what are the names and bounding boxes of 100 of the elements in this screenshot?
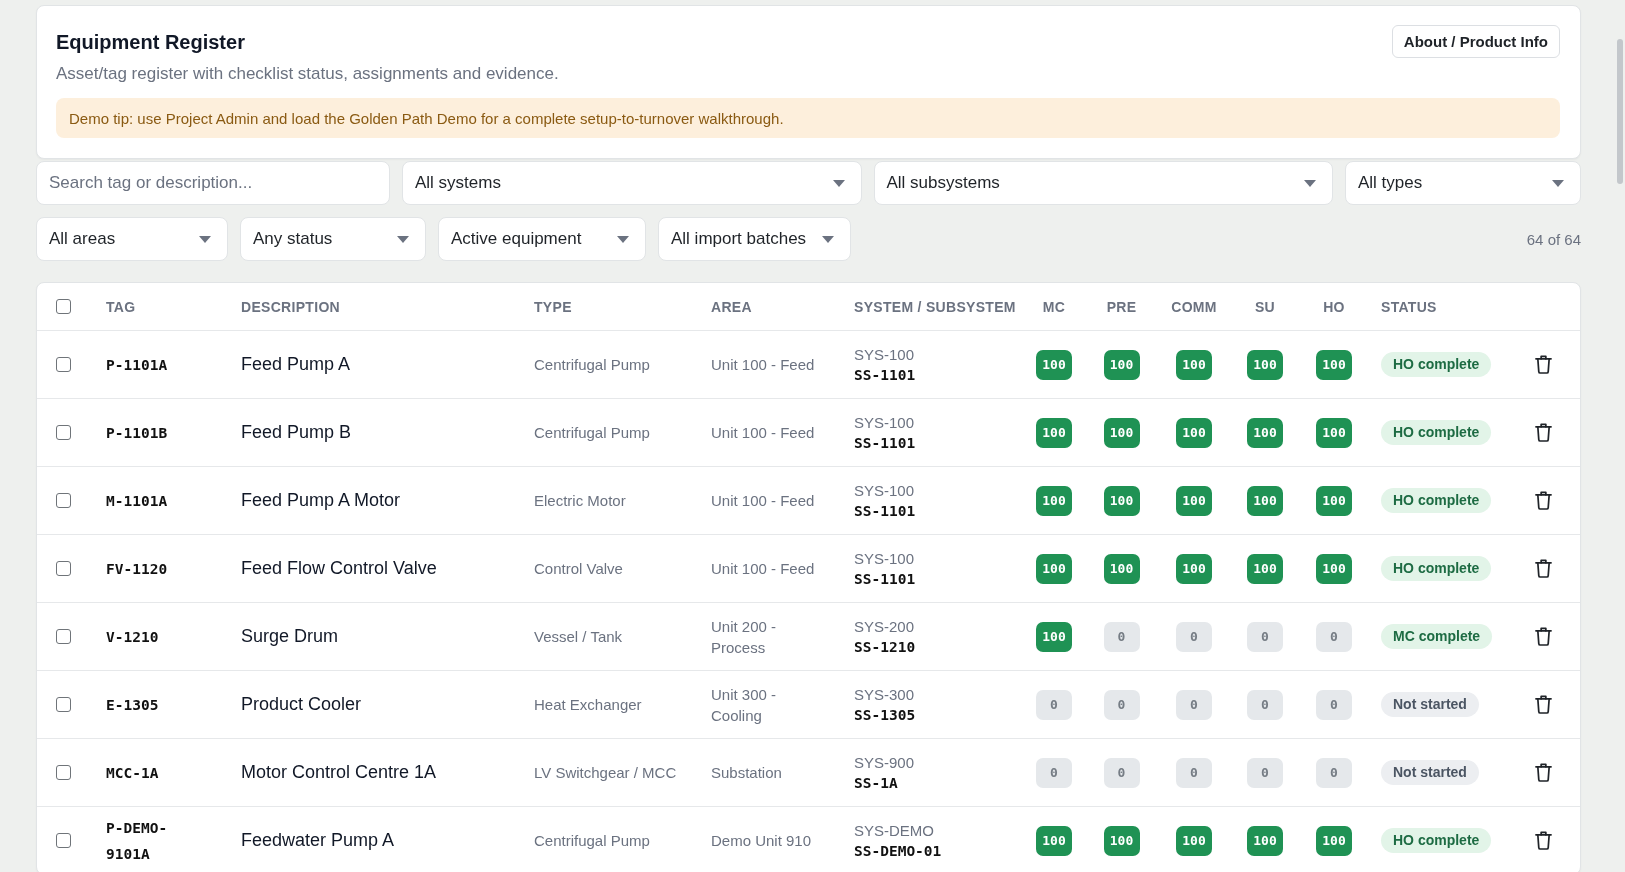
trash-icon [1534,559,1552,578]
status-badge: Not started [1381,692,1479,717]
description-text: Feed Flow Control Valve [241,558,437,579]
subsystem-text: SS-1101 [854,365,916,385]
description-text: Feed Pump A Motor [241,490,401,511]
status-badge: HO complete [1381,352,1492,377]
progress-badge: 0 [1316,689,1352,720]
system-text: SYS-DEMO [854,820,934,841]
progress-badge: 100 [1316,485,1352,516]
search-field[interactable]: Search tag or description... [36,161,390,205]
system-text: SYS-100 [854,480,915,501]
column-header: STATUS [1381,298,1437,315]
trash-icon [1534,491,1552,510]
demo-tip: Demo tip: use Project Admin and load the Golden Path Demo for a complete setup-to-turnover walkthrough. [56,98,1560,138]
row-checkbox[interactable] [56,561,71,576]
progress-badge: 100 [1247,825,1283,856]
tag-text: M-1101A [106,491,169,511]
row-checkbox[interactable] [56,697,71,712]
column-header: MC [1042,298,1066,315]
system-text: SYS-100 [854,344,915,365]
tag-text: V-1210 [106,627,160,647]
progress-badge: 100 [1036,621,1072,652]
result-count: 64 of 64 [1526,230,1581,248]
row-checkbox[interactable] [56,357,71,372]
row-checkbox[interactable] [56,765,71,780]
description-text: Product Cooler [241,694,362,715]
about-button[interactable]: About / Product Info [1391,25,1560,58]
scrollbar-thumb[interactable] [1617,39,1623,184]
column-header: DESCRIPTION [241,298,340,315]
delete-button[interactable] [1532,557,1554,580]
select-all-checkbox[interactable] [56,299,71,314]
page-subtitle: Asset/tag register with checklist status, assignments and evidence. [56,63,560,85]
area-text: Unit 100 - Feed [711,423,815,443]
type-text: Centrifugal Pump [534,424,650,441]
filter-dropdown[interactable]: All import batches [658,217,851,261]
type-text: Centrifugal Pump [534,832,650,849]
filter-dropdown[interactable]: Active equipment [438,217,646,261]
subsystem-text: SS-1A [854,773,898,793]
system-text: SYS-300 [854,684,915,705]
tag-text: E-1305 [106,695,160,715]
description-text: Motor Control Centre 1A [241,762,437,783]
area-text: Unit 100 - Feed [711,355,815,375]
progress-badge: 100 [1036,349,1072,380]
row-checkbox[interactable] [56,493,71,508]
filter-dropdown[interactable]: All types [1345,161,1581,205]
filter-dropdown[interactable]: All subsystems [873,161,1333,205]
caret-icon [397,235,409,243]
progress-badge: 100 [1036,485,1072,516]
subsystem-text: SS-1101 [854,501,916,521]
subsystem-text: SS-1101 [854,433,916,453]
area-text: Unit 100 - Feed [711,491,815,511]
progress-badge: 100 [1036,417,1072,448]
filter-dropdown[interactable]: All areas [36,217,228,261]
page-title: Equipment Register [56,29,245,54]
delete-button[interactable] [1532,353,1554,376]
row-checkbox[interactable] [56,629,71,644]
tag-text: P-DEMO-9101A [106,818,169,864]
delete-button[interactable] [1532,625,1554,648]
type-text: Vessel / Tank [534,628,623,645]
filter-dropdown[interactable]: Any status [240,217,426,261]
description-text: Feed Pump B [241,422,352,443]
progress-badge: 0 [1103,621,1140,652]
status-badge: HO complete [1381,828,1492,853]
row-checkbox[interactable] [56,425,71,440]
delete-button[interactable] [1532,421,1554,444]
caret-icon [617,235,629,243]
column-header: TAG [106,298,136,315]
delete-button[interactable] [1532,693,1554,716]
tag-text: FV-1120 [106,559,169,579]
status-badge: HO complete [1381,420,1492,445]
progress-badge: 0 [1176,689,1212,720]
progress-badge: 100 [1176,349,1212,380]
column-header: AREA [711,298,752,315]
progress-badge: 100 [1247,417,1283,448]
progress-badge: 0 [1316,621,1352,652]
tag-text: MCC-1A [106,763,160,783]
progress-badge: 100 [1316,553,1352,584]
caret-icon [832,179,845,187]
type-text: Heat Exchanger [534,696,642,713]
row-checkbox[interactable] [56,833,71,848]
caret-icon [1304,179,1316,187]
progress-badge: 100 [1103,485,1140,516]
trash-icon [1534,695,1552,714]
column-header: COMM [1171,298,1217,315]
progress-badge: 100 [1176,417,1212,448]
trash-icon [1534,831,1552,850]
description-text: Surge Drum [241,626,339,647]
delete-button[interactable] [1532,761,1554,784]
delete-button[interactable] [1532,489,1554,512]
progress-badge: 0 [1036,689,1072,720]
progress-badge: 100 [1247,485,1283,516]
subsystem-text: SS-1305 [854,705,916,725]
progress-badge: 100 [1176,825,1212,856]
trash-icon [1534,763,1552,782]
status-badge: HO complete [1381,556,1492,581]
tag-text: P-1101B [106,423,169,443]
filter-dropdown[interactable]: All systems [402,161,862,205]
progress-badge: 100 [1036,825,1072,856]
progress-badge: 100 [1316,417,1352,448]
delete-button[interactable] [1532,829,1554,852]
